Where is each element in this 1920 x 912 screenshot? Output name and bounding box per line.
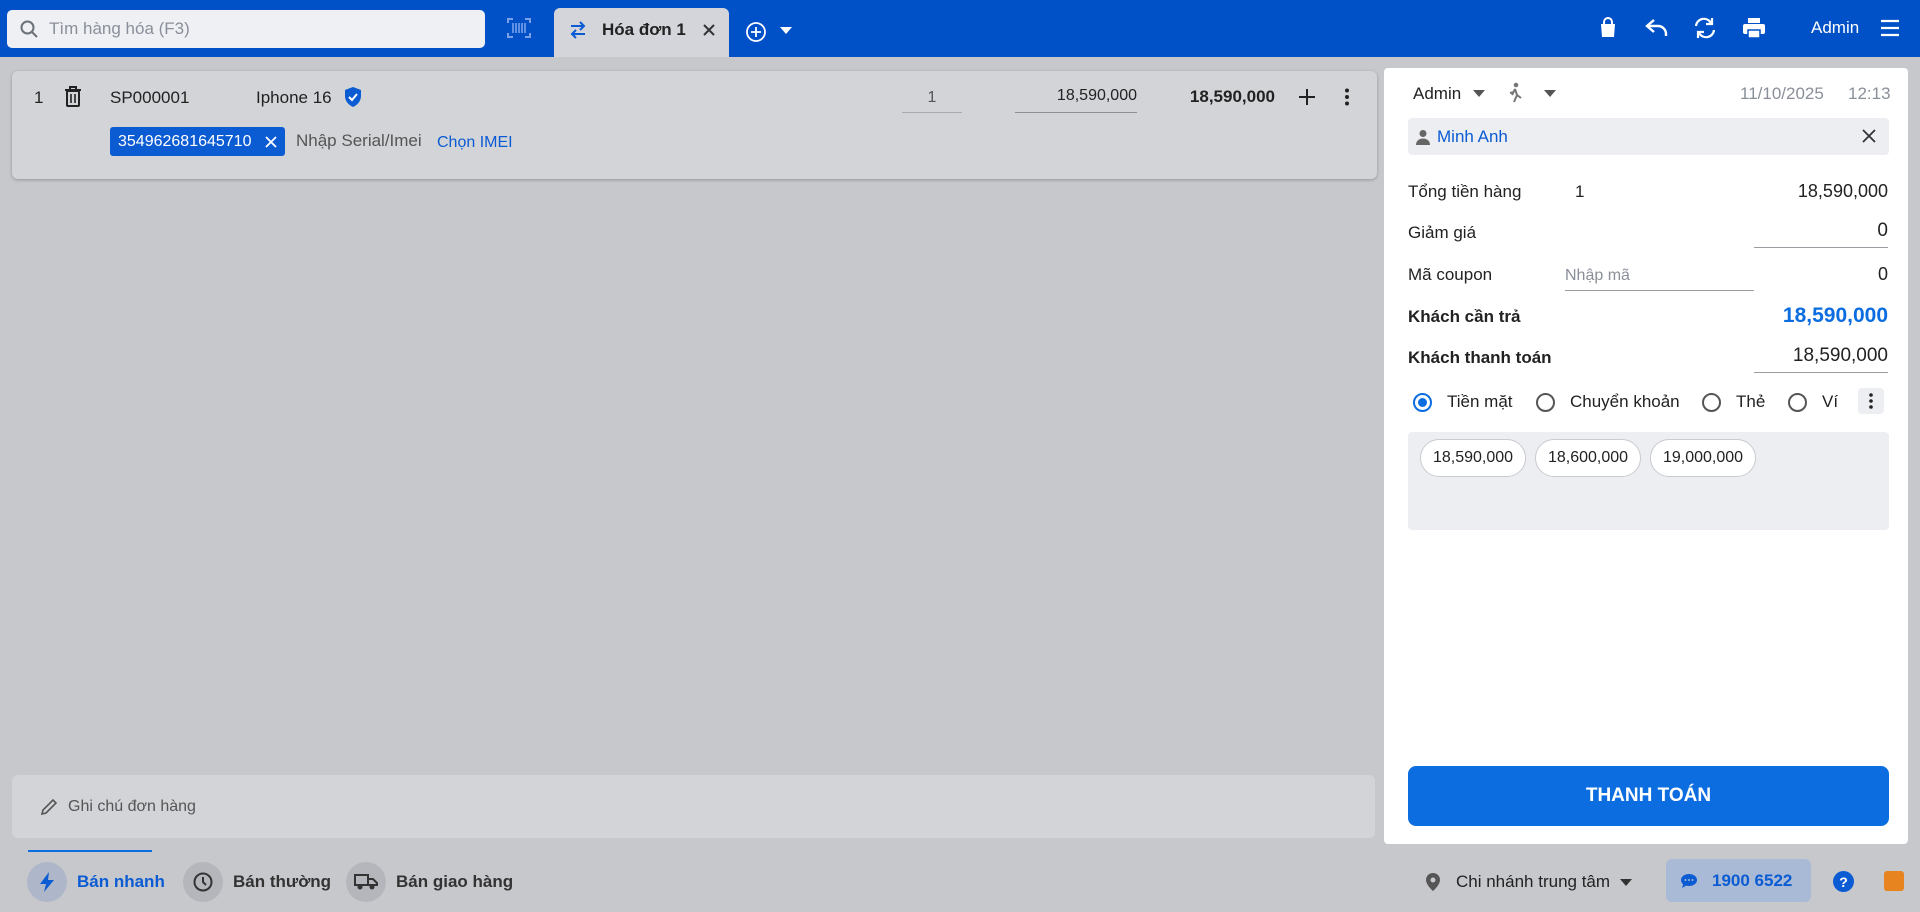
quantity-input[interactable]: 1 bbox=[902, 85, 962, 113]
method-label: Chuyển khoản bbox=[1570, 392, 1680, 411]
product-search-input[interactable]: Tìm hàng hóa (F3) bbox=[7, 10, 485, 48]
caret-down-icon[interactable] bbox=[1544, 90, 1556, 97]
note-placeholder: Ghi chú đơn hàng bbox=[68, 797, 196, 815]
user-menu[interactable]: Admin bbox=[1811, 18, 1859, 38]
branch-label: Chi nhánh trung tâm bbox=[1456, 872, 1611, 891]
payment-panel: Admin 11/10/2025 12:13 Minh Anh Tổng tiề… bbox=[1384, 68, 1908, 844]
coupon-input[interactable]: Nhập mã bbox=[1565, 263, 1754, 291]
radio-unselected[interactable] bbox=[1536, 392, 1555, 412]
customer-paid-input[interactable]: 18,590,000 bbox=[1754, 345, 1888, 373]
top-bar: Tìm hàng hóa (F3) Hóa đơn 1 Admin bbox=[0, 0, 1920, 57]
radio-unselected[interactable] bbox=[1702, 392, 1721, 412]
method-transfer[interactable]: Chuyển khoản bbox=[1536, 392, 1680, 412]
remove-imei-icon[interactable] bbox=[265, 135, 278, 148]
coupon-value: 0 bbox=[1877, 264, 1888, 284]
quick-amounts: 18,590,000 18,600,000 19,000,000 bbox=[1408, 432, 1889, 530]
close-icon[interactable] bbox=[700, 21, 718, 39]
subtotal-count: 1 bbox=[1575, 182, 1585, 201]
method-cash[interactable]: Tiền mặt bbox=[1413, 392, 1513, 412]
mode-delivery-sale[interactable]: Bán giao hàng bbox=[346, 862, 513, 902]
checkout-button[interactable]: THANH TOÁN bbox=[1408, 766, 1889, 826]
lightning-icon bbox=[27, 862, 67, 902]
refresh-icon[interactable] bbox=[1693, 17, 1717, 39]
bottom-bar: Bán nhanh Bán thường Bán giao hàng Chi n… bbox=[0, 850, 1920, 912]
swap-icon[interactable] bbox=[568, 20, 588, 40]
close-icon[interactable] bbox=[1861, 128, 1877, 144]
truck-icon bbox=[346, 862, 386, 902]
plus-icon[interactable] bbox=[1298, 88, 1316, 106]
clock-icon bbox=[183, 862, 223, 902]
discount-label: Giảm giá bbox=[1408, 223, 1477, 242]
coupon-label: Mã coupon bbox=[1408, 265, 1493, 284]
discount-input[interactable]: 0 bbox=[1754, 220, 1888, 248]
amount-due-label: Khách cần trả bbox=[1408, 307, 1521, 326]
serial-imei-input[interactable]: Nhập Serial/Imei bbox=[296, 131, 422, 151]
customer-field[interactable]: Minh Anh bbox=[1408, 118, 1889, 155]
mode-label: Bán giao hàng bbox=[396, 872, 514, 891]
branch-select[interactable]: Chi nhánh trung tâm bbox=[1426, 872, 1633, 892]
seller-select[interactable]: Admin bbox=[1413, 84, 1461, 104]
caret-down-icon bbox=[1620, 878, 1633, 886]
more-vertical-icon[interactable] bbox=[1344, 88, 1350, 106]
search-icon bbox=[20, 20, 38, 38]
mode-regular-sale[interactable]: Bán thường bbox=[183, 862, 331, 902]
active-mode-indicator bbox=[28, 850, 152, 852]
more-methods-icon[interactable] bbox=[1858, 388, 1884, 414]
invoice-time: 12:13 bbox=[1848, 84, 1891, 103]
help-icon[interactable]: ? bbox=[1833, 871, 1854, 892]
imei-chip: 354962681645710 bbox=[110, 127, 286, 156]
feedback-icon[interactable] bbox=[1884, 871, 1904, 891]
location-pin-icon bbox=[1426, 873, 1440, 891]
quick-amount-button[interactable]: 19,000,000 bbox=[1650, 439, 1756, 477]
verified-badge-icon bbox=[345, 87, 361, 107]
unit-price-input[interactable]: 18,590,000 bbox=[1015, 85, 1137, 113]
walking-person-icon[interactable] bbox=[1506, 82, 1524, 104]
print-icon[interactable] bbox=[1742, 17, 1766, 39]
invoice-date: 11/10/2025 bbox=[1740, 84, 1824, 103]
mode-quick-sale[interactable]: Bán nhanh bbox=[27, 862, 165, 902]
trash-icon[interactable] bbox=[64, 86, 82, 108]
mode-label: Bán thường bbox=[233, 872, 332, 891]
radio-selected[interactable] bbox=[1413, 392, 1432, 412]
amount-due-value: 18,590,000 bbox=[1782, 304, 1888, 327]
customer-paid-label: Khách thanh toán bbox=[1408, 348, 1552, 367]
method-wallet[interactable]: Ví bbox=[1788, 392, 1838, 412]
quick-amount-button[interactable]: 18,590,000 bbox=[1420, 439, 1526, 477]
subtotal-label: Tổng tiền hàng bbox=[1408, 182, 1522, 201]
tab-invoice-1[interactable]: Hóa đơn 1 bbox=[554, 8, 729, 57]
choose-imei-link[interactable]: Chọn IMEI bbox=[437, 134, 513, 152]
caret-down-icon[interactable] bbox=[780, 27, 792, 35]
person-icon bbox=[1416, 129, 1430, 145]
product-code: SP000001 bbox=[110, 88, 190, 107]
order-line: 1 SP000001 Iphone 16 1 18,590,000 18,590… bbox=[12, 71, 1377, 179]
quick-amount-button[interactable]: 18,600,000 bbox=[1535, 439, 1641, 477]
line-index: 1 bbox=[34, 88, 44, 107]
method-label: Tiền mặt bbox=[1447, 392, 1513, 411]
order-note-input[interactable]: Ghi chú đơn hàng bbox=[12, 775, 1375, 838]
imei-chip-label: 354962681645710 bbox=[118, 132, 252, 150]
search-placeholder: Tìm hàng hóa (F3) bbox=[49, 19, 190, 38]
tab-label: Hóa đơn 1 bbox=[602, 20, 686, 39]
radio-unselected[interactable] bbox=[1788, 392, 1807, 412]
method-label: Ví bbox=[1822, 392, 1839, 411]
hotline-number: 1900 6522 bbox=[1712, 870, 1793, 890]
pencil-icon bbox=[40, 798, 58, 815]
menu-icon[interactable] bbox=[1880, 19, 1900, 37]
undo-icon[interactable] bbox=[1645, 17, 1669, 39]
chat-icon bbox=[1681, 873, 1697, 888]
barcode-icon[interactable] bbox=[504, 16, 534, 40]
bag-icon[interactable] bbox=[1597, 17, 1619, 39]
customer-name[interactable]: Minh Anh bbox=[1437, 127, 1508, 147]
method-card[interactable]: Thẻ bbox=[1702, 392, 1765, 412]
product-name[interactable]: Iphone 16 bbox=[256, 88, 332, 108]
add-circle-icon[interactable] bbox=[745, 21, 767, 43]
method-label: Thẻ bbox=[1736, 392, 1766, 411]
caret-down-icon[interactable] bbox=[1473, 90, 1485, 97]
subtotal-value: 18,590,000 bbox=[1797, 181, 1888, 201]
line-total: 18,590,000 bbox=[1189, 87, 1275, 106]
hotline-button[interactable]: 1900 6522 bbox=[1666, 859, 1811, 902]
mode-label: Bán nhanh bbox=[77, 872, 165, 891]
